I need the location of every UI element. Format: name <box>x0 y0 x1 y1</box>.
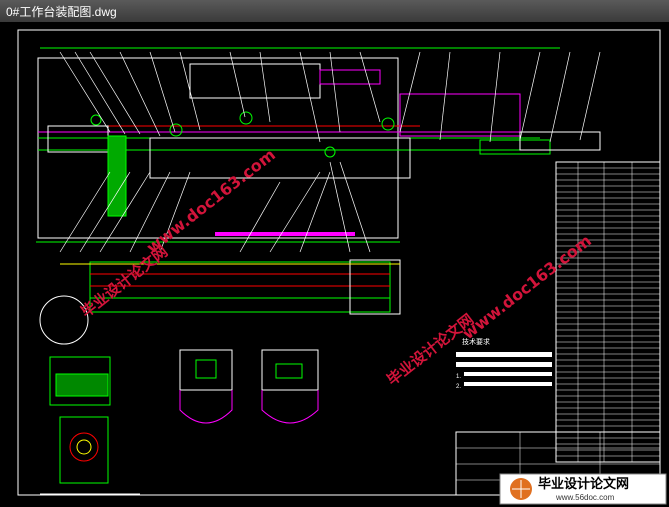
drawing-canvas[interactable]: 技术要求 1. 2. www.doc163.com 毕业设计论文网 www.do… <box>0 22 669 507</box>
parts-list-table <box>555 161 661 463</box>
assembly-outline <box>37 57 399 239</box>
tech-note-2: 2. <box>456 384 461 390</box>
main-assembly-view <box>36 47 601 243</box>
site-badge: 毕业设计论文网 www.56doc.com <box>499 473 667 505</box>
left-bottom-views <box>39 295 140 495</box>
badge-title: 毕业设计论文网 <box>538 476 629 491</box>
tech-note-1: 1. <box>456 374 461 380</box>
section-views <box>179 349 319 424</box>
cad-drawing: 技术要求 1. 2. www.doc163.com 毕业设计论文网 www.do… <box>17 29 667 505</box>
watermark-cn-1: 毕业设计论文网 <box>77 242 171 321</box>
watermark-url-2: www.doc163.com <box>459 231 595 343</box>
window-title: 0#工作台装配图.dwg <box>6 5 117 19</box>
watermark-url-1: www.doc163.com <box>143 145 279 257</box>
watermark-cn-2: 毕业设计论文网 <box>383 310 477 389</box>
leader-lines <box>59 51 601 253</box>
technical-requirements: 技术要求 1. 2. <box>456 337 552 390</box>
badge-url: www.56doc.com <box>555 493 615 502</box>
window-titlebar: 0#工作台装配图.dwg <box>0 0 669 23</box>
